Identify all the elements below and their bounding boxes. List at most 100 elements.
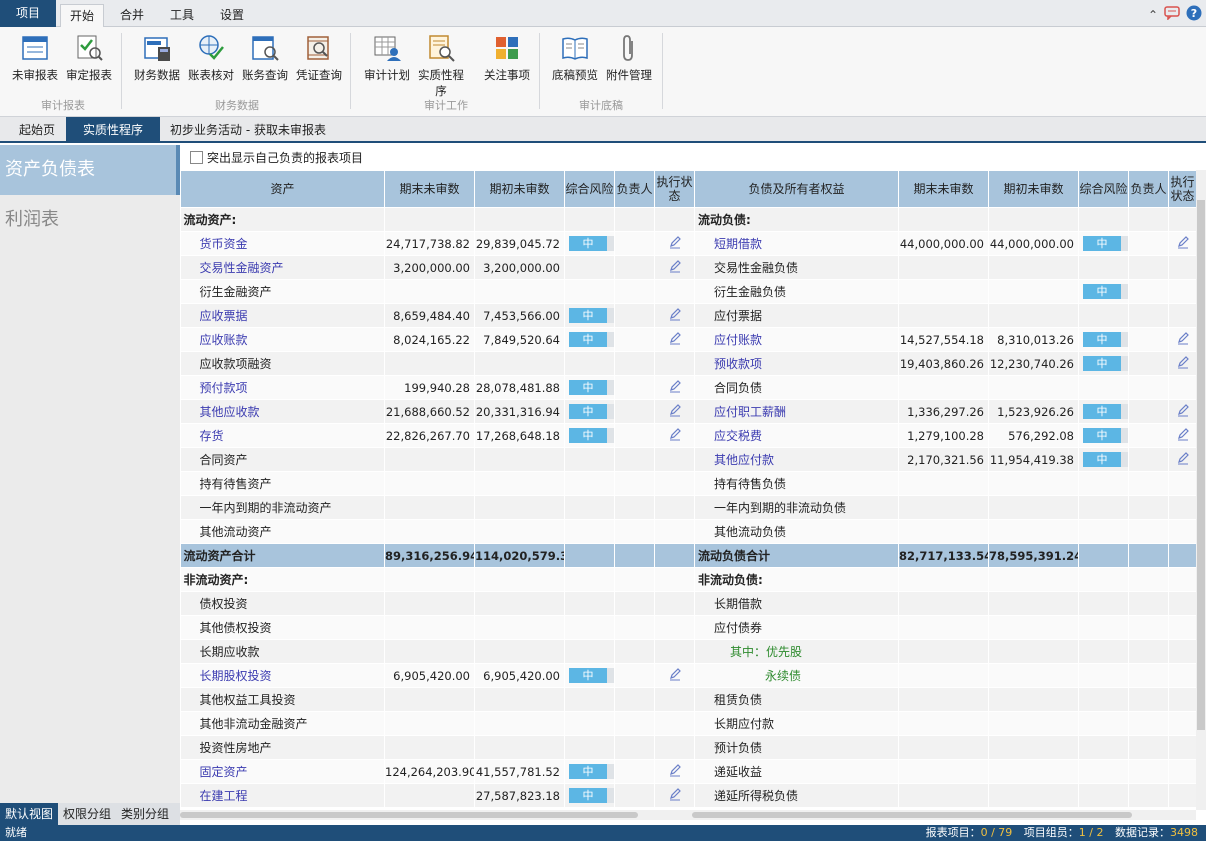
- focus-items-button[interactable]: 关注事项: [480, 33, 534, 83]
- pencil-icon[interactable]: [668, 763, 682, 777]
- pencil-icon[interactable]: [1176, 451, 1190, 465]
- horizontal-scrollbar[interactable]: [180, 810, 1196, 820]
- pencil-icon[interactable]: [1176, 427, 1190, 441]
- account-link[interactable]: 应付职工薪酬: [694, 399, 899, 424]
- nav-income-statement[interactable]: 利润表: [0, 195, 180, 245]
- tab-permission-group[interactable]: 权限分组: [58, 803, 116, 825]
- closing-unaudited: [384, 615, 475, 640]
- tab-home[interactable]: 起始页: [8, 117, 66, 143]
- nav-balance-sheet[interactable]: 资产负债表: [0, 145, 180, 195]
- highlight-own-items[interactable]: 突出显示自己负责的报表项目: [190, 149, 363, 167]
- pencil-icon[interactable]: [668, 787, 682, 801]
- risk-badge[interactable]: 中: [569, 332, 614, 347]
- closing-unaudited: [898, 639, 989, 664]
- pencil-icon[interactable]: [1176, 355, 1190, 369]
- account-link[interactable]: 交易性金融资产: [180, 255, 385, 280]
- tab-tools[interactable]: 工具: [160, 4, 204, 27]
- account-link[interactable]: 预付款项: [180, 375, 385, 400]
- account-link[interactable]: 应付账款: [694, 327, 899, 352]
- collapse-ribbon-icon[interactable]: ⌃: [1148, 8, 1158, 22]
- pencil-icon[interactable]: [668, 331, 682, 345]
- risk-badge[interactable]: 中: [569, 764, 614, 779]
- workpaper-preview-button[interactable]: 底稿预览: [548, 33, 602, 83]
- account-link[interactable]: 长期股权投资: [180, 663, 385, 688]
- message-icon[interactable]: [1164, 6, 1180, 23]
- status-cell: [654, 495, 695, 520]
- unaudited-report-button[interactable]: 未审报表: [8, 33, 62, 83]
- risk-badge[interactable]: 中: [569, 668, 614, 683]
- owner-cell: [614, 375, 655, 400]
- pencil-icon[interactable]: [668, 235, 682, 249]
- opening-unaudited: [474, 495, 565, 520]
- account-link[interactable]: 其他应收款: [180, 399, 385, 424]
- risk-badge[interactable]: 中: [1083, 404, 1128, 419]
- account-link[interactable]: 固定资产: [180, 759, 385, 784]
- vertical-scrollbar[interactable]: [1196, 170, 1206, 810]
- risk-cell: [1078, 687, 1129, 712]
- pencil-icon[interactable]: [668, 307, 682, 321]
- account-query-button[interactable]: 账务查询: [238, 33, 292, 83]
- highlight-checkbox[interactable]: [190, 151, 203, 164]
- account-link[interactable]: 短期借款: [694, 231, 899, 256]
- pencil-icon[interactable]: [1176, 403, 1190, 417]
- account-link[interactable]: 应收账款: [180, 327, 385, 352]
- closing-unaudited: [898, 255, 989, 280]
- tab-start[interactable]: 开始: [60, 4, 104, 28]
- account-link[interactable]: 在建工程: [180, 783, 385, 808]
- column-header: 综合风险: [564, 170, 615, 208]
- tab-settings[interactable]: 设置: [210, 4, 254, 27]
- owner-cell: [614, 303, 655, 328]
- closing-unaudited: [384, 687, 475, 712]
- closing-unaudited: [384, 567, 475, 592]
- risk-badge[interactable]: 中: [1083, 452, 1128, 467]
- help-icon[interactable]: ?: [1186, 5, 1202, 24]
- status-cell: [1168, 471, 1197, 496]
- account-link[interactable]: 应收票据: [180, 303, 385, 328]
- ledger-check-button[interactable]: 账表核对: [184, 33, 238, 83]
- opening-unaudited: [988, 279, 1079, 304]
- risk-badge[interactable]: 中: [1083, 332, 1128, 347]
- audited-report-button[interactable]: 审定报表: [62, 33, 116, 83]
- pencil-icon[interactable]: [1176, 331, 1190, 345]
- closing-unaudited: [384, 639, 475, 664]
- tab-default-view[interactable]: 默认视图: [0, 803, 59, 825]
- account-link[interactable]: 货币资金: [180, 231, 385, 256]
- audit-plan-button[interactable]: 审计计划: [360, 33, 414, 83]
- status-cell: [1168, 231, 1197, 256]
- risk-badge[interactable]: 中: [569, 404, 614, 419]
- pencil-icon[interactable]: [668, 427, 682, 441]
- owner-cell: [1128, 567, 1169, 592]
- globe-check-icon: [199, 35, 224, 60]
- pencil-icon[interactable]: [668, 379, 682, 393]
- risk-badge[interactable]: 中: [1083, 428, 1128, 443]
- risk-badge[interactable]: 中: [1083, 356, 1128, 371]
- unaudited-report-label: 未审报表: [12, 68, 58, 82]
- risk-badge[interactable]: 中: [1083, 236, 1128, 251]
- pencil-icon[interactable]: [1176, 235, 1190, 249]
- risk-cell: [564, 279, 615, 304]
- project-menu[interactable]: 项目: [0, 0, 56, 27]
- substantive-procedure-button[interactable]: 实质性程序: [414, 33, 468, 99]
- financial-data-button[interactable]: 财务数据: [130, 33, 184, 83]
- risk-badge[interactable]: 中: [569, 788, 614, 803]
- account-link[interactable]: 存货: [180, 423, 385, 448]
- risk-badge[interactable]: 中: [1083, 284, 1128, 299]
- pencil-icon[interactable]: [668, 667, 682, 681]
- risk-cell: 中: [564, 759, 615, 784]
- owner-cell: [614, 663, 655, 688]
- attachment-manage-button[interactable]: 附件管理: [602, 33, 656, 83]
- account-link[interactable]: 其他应付款: [694, 447, 899, 472]
- account-link[interactable]: 预收款项: [694, 351, 899, 376]
- status-cell: [654, 519, 695, 544]
- risk-badge[interactable]: 中: [569, 380, 614, 395]
- tab-category-group[interactable]: 类别分组: [116, 803, 174, 825]
- tab-merge[interactable]: 合并: [110, 4, 154, 27]
- account-link[interactable]: 应交税费: [694, 423, 899, 448]
- risk-badge[interactable]: 中: [569, 236, 614, 251]
- risk-badge[interactable]: 中: [569, 308, 614, 323]
- pencil-icon[interactable]: [668, 259, 682, 273]
- tab-substantive-procedure[interactable]: 实质性程序: [66, 117, 160, 143]
- pencil-icon[interactable]: [668, 403, 682, 417]
- voucher-query-button[interactable]: 凭证查询: [292, 33, 346, 83]
- risk-badge[interactable]: 中: [569, 428, 614, 443]
